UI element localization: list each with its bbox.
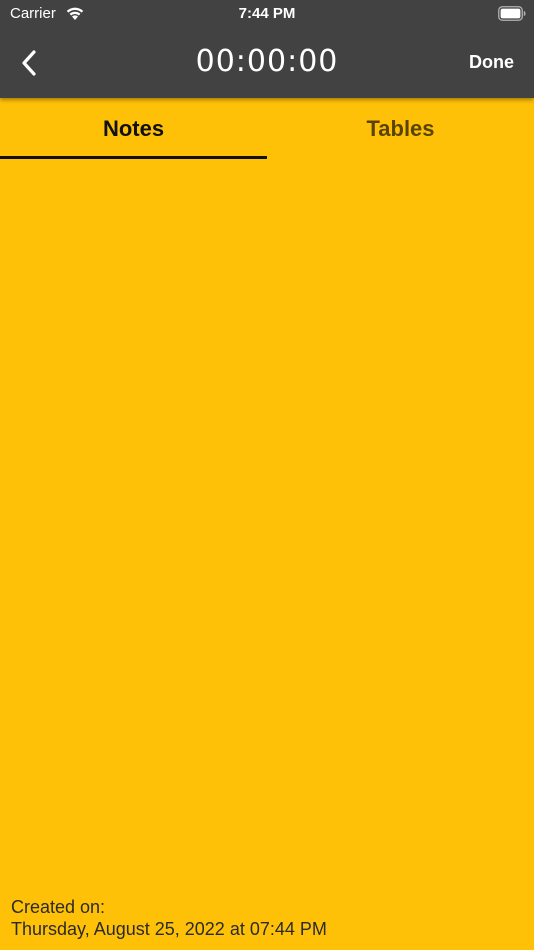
tab-bar: Notes Tables	[0, 98, 534, 160]
tab-indicator	[0, 156, 267, 159]
done-button[interactable]: Done	[469, 52, 514, 73]
created-date: Thursday, August 25, 2022 at 07:44 PM	[11, 919, 327, 939]
tab-tables[interactable]: Tables	[267, 98, 534, 160]
created-info: Created on: Thursday, August 25, 2022 at…	[11, 896, 327, 940]
navigation-bar: 00:00:00 Done	[0, 28, 534, 98]
tab-notes[interactable]: Notes	[0, 98, 267, 160]
top-bar: Carrier 7:44 PM 00:00:00 Done	[0, 0, 534, 98]
status-time: 7:44 PM	[238, 5, 296, 22]
created-label: Created on:	[11, 897, 106, 917]
notes-editor[interactable]	[0, 161, 534, 891]
battery-icon	[498, 6, 526, 21]
timer-display: 00:00:00	[195, 44, 339, 79]
status-bar: Carrier 7:44 PM	[0, 0, 534, 28]
